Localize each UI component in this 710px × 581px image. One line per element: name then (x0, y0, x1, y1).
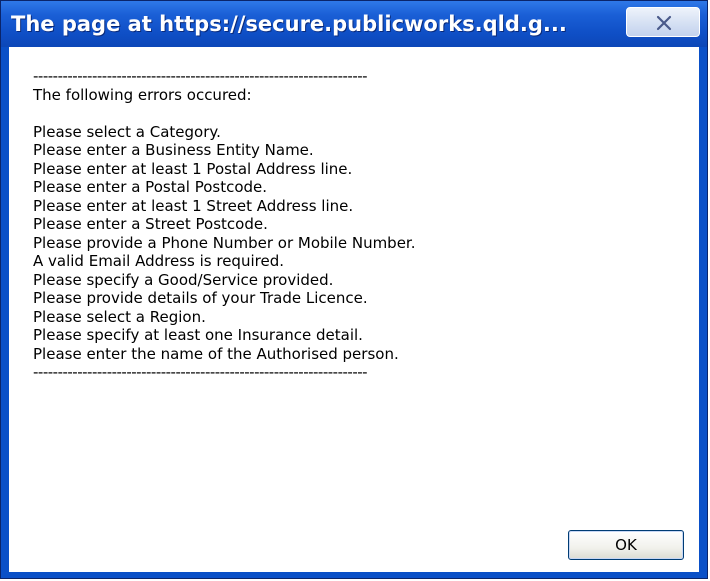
dialog-body: ----------------------------------------… (9, 47, 699, 572)
error-item: Please specify at least one Insurance de… (33, 326, 363, 344)
close-button[interactable] (626, 7, 700, 37)
error-item: Please select a Category. (33, 122, 221, 141)
error-item: Please provide a Phone Number or Mobile … (33, 233, 416, 252)
error-item: Please provide details of your Trade Lic… (33, 289, 368, 307)
error-item: A valid Email Address is required. (33, 252, 284, 270)
alert-dialog: The page at https://secure.publicworks.q… (0, 0, 708, 579)
error-item: Please enter a Business Entity Name. (33, 141, 314, 159)
error-item: Please select a Region. (33, 307, 206, 326)
title-bar[interactable]: The page at https://secure.publicworks.q… (1, 1, 707, 47)
error-item: Please enter a Postal Postcode. (33, 178, 268, 196)
error-item: Please specify a Good/Service provided. (33, 270, 334, 289)
error-item: Please enter at least 1 Street Address l… (33, 196, 354, 215)
close-icon (656, 15, 672, 31)
error-item: Please enter the name of the Authorised … (33, 344, 399, 363)
error-heading: The following errors occured: (33, 85, 252, 104)
error-item: Please enter at least 1 Postal Address l… (33, 159, 353, 178)
error-item: Please enter a Street Postcode. (33, 215, 268, 233)
dialog-title: The page at https://secure.publicworks.q… (11, 12, 567, 36)
ok-button[interactable]: OK (568, 530, 684, 560)
separator-bottom: ----------------------------------------… (33, 363, 368, 381)
separator-top: ----------------------------------------… (33, 67, 368, 85)
error-message: ----------------------------------------… (33, 67, 673, 382)
